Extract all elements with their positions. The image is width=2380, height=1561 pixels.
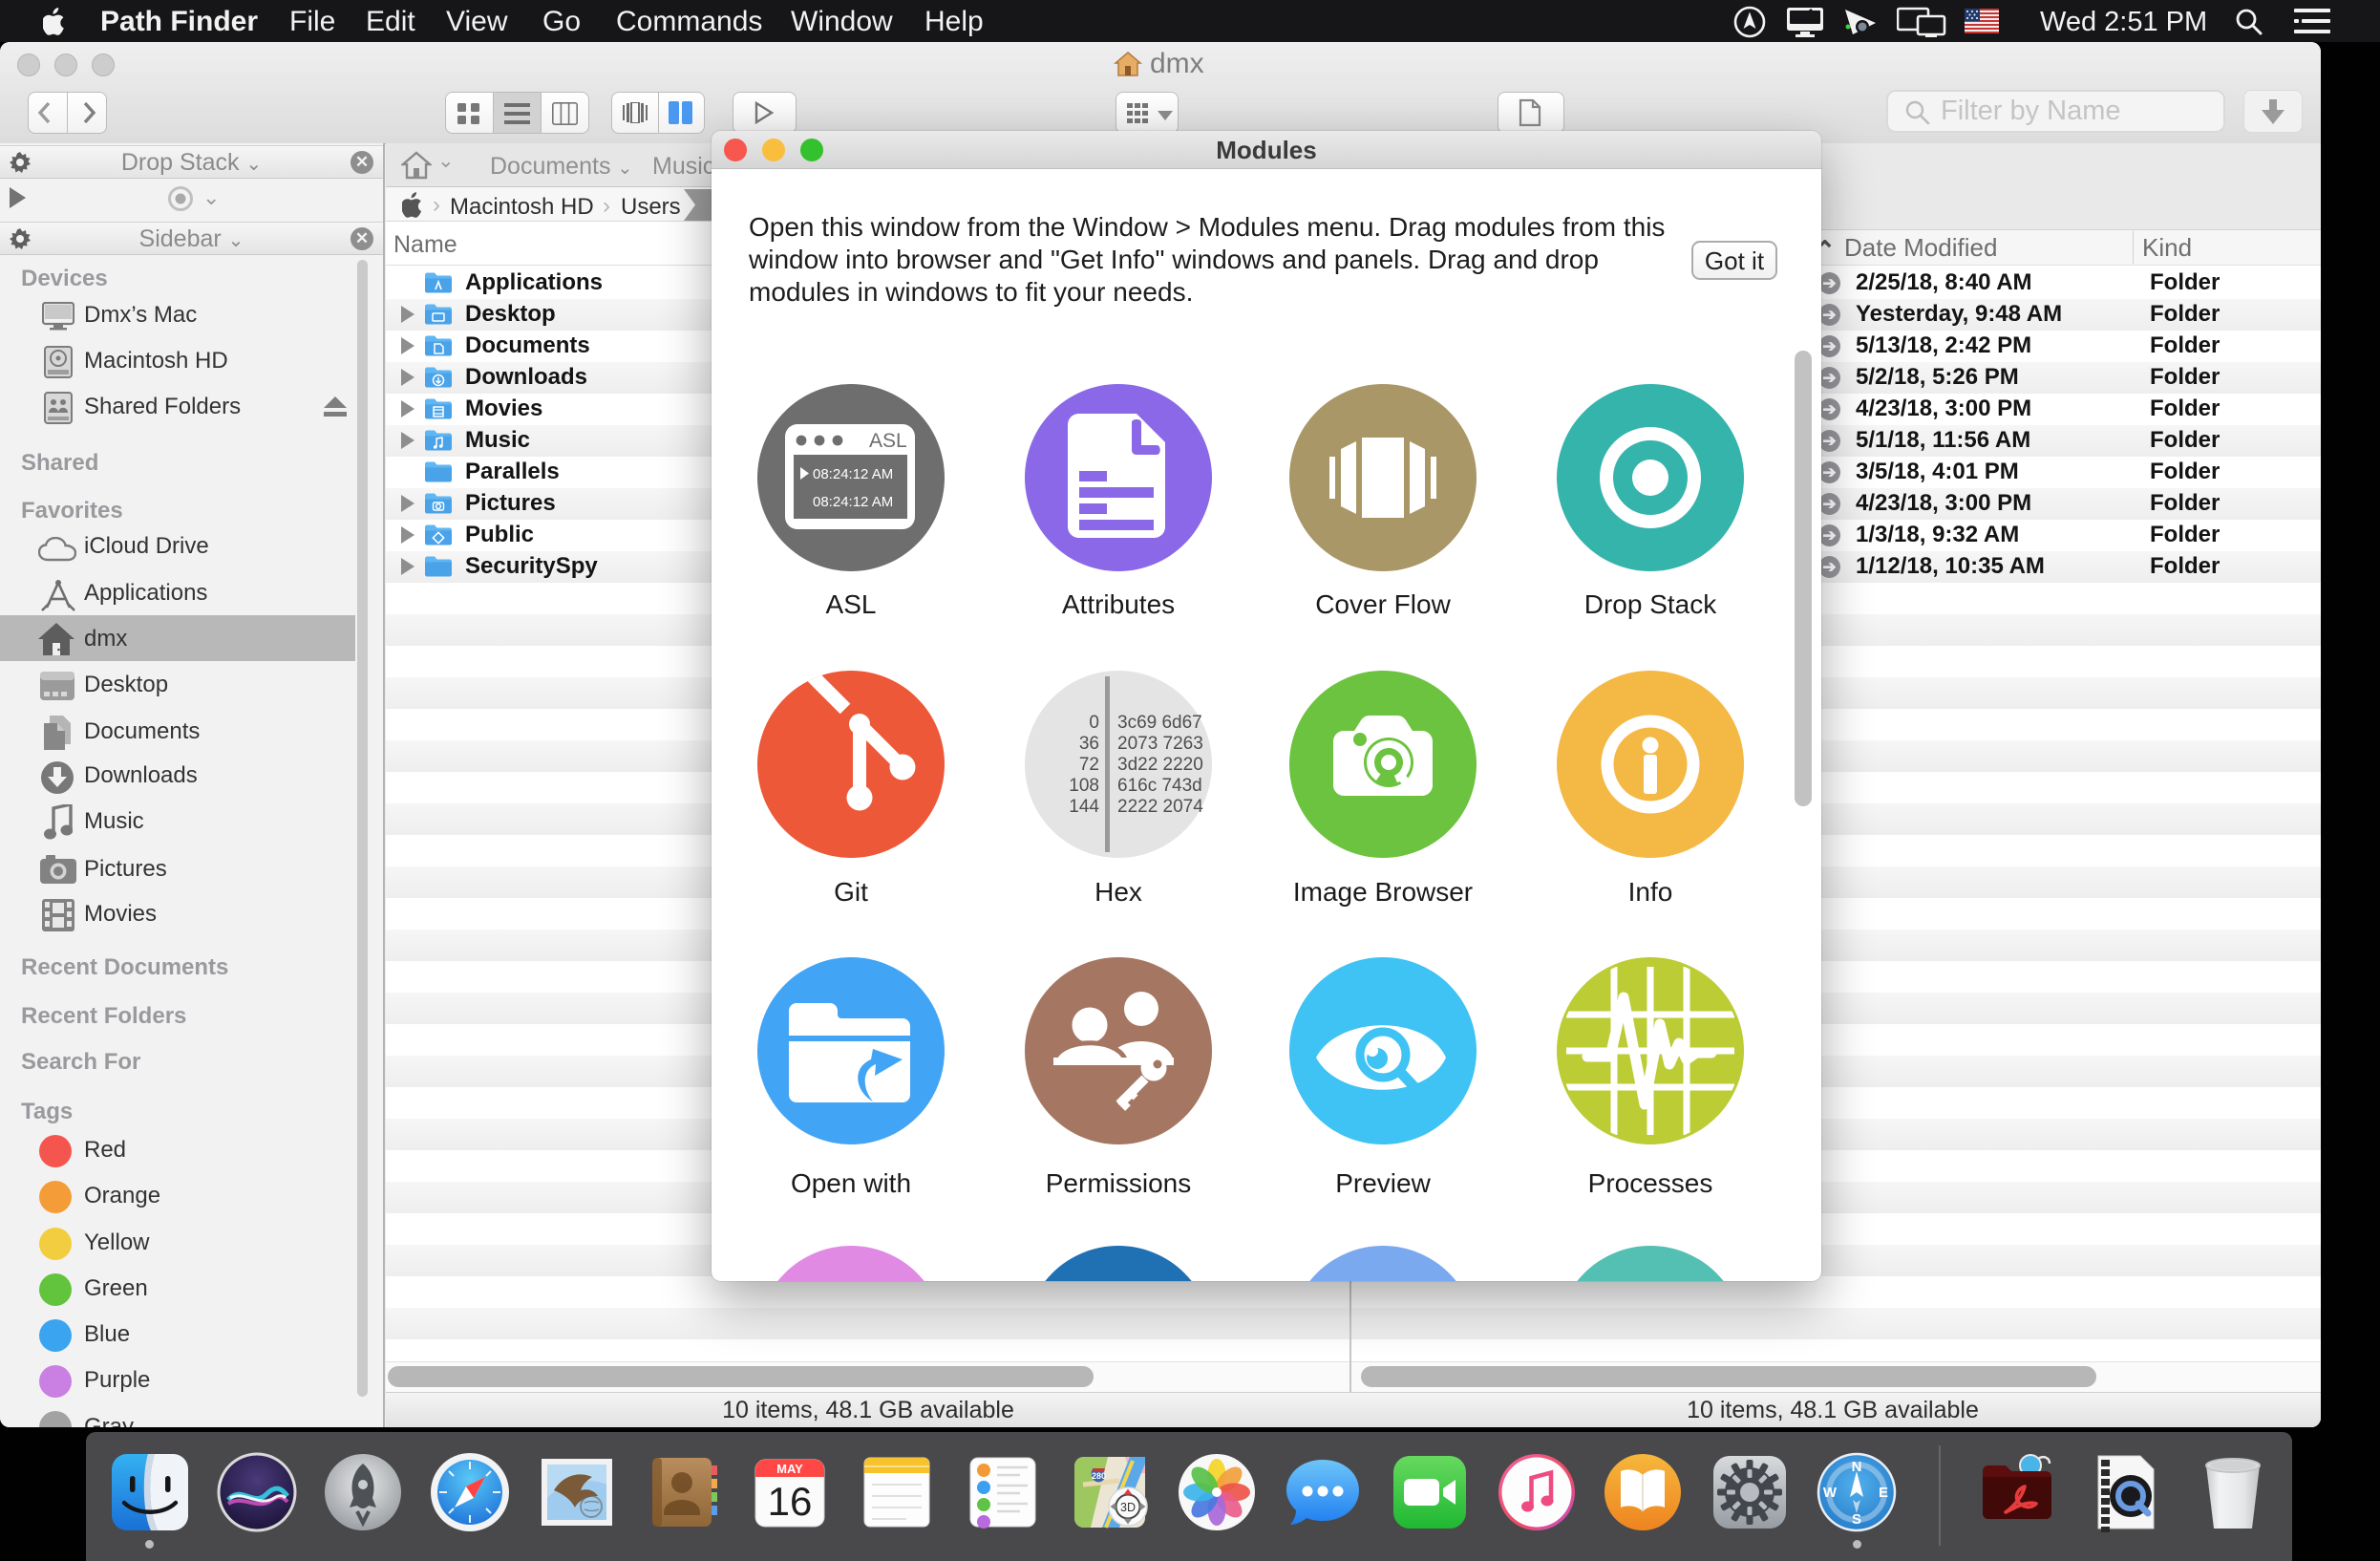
svg-text:E: E (1879, 1485, 1888, 1501)
svg-text:616c 743d: 616c 743d (1117, 776, 1202, 796)
svg-text:2222 2074: 2222 2074 (1117, 797, 1203, 817)
svg-text:0: 0 (1089, 713, 1099, 733)
svg-text:ASL: ASL (869, 430, 907, 452)
svg-text:108: 108 (1069, 776, 1099, 796)
svg-text:S: S (1852, 1511, 1861, 1528)
svg-text:16: 16 (768, 1479, 813, 1524)
svg-text:2073 7263: 2073 7263 (1117, 734, 1203, 754)
svg-text:3c69 6d67: 3c69 6d67 (1117, 713, 1202, 733)
svg-text:MAY: MAY (776, 1462, 803, 1476)
svg-text:280: 280 (1092, 1471, 1106, 1481)
svg-text:3d22 2220: 3d22 2220 (1117, 755, 1203, 775)
svg-text:3D: 3D (1120, 1501, 1136, 1514)
svg-text:08:24:12 AM: 08:24:12 AM (813, 494, 893, 510)
svg-text:72: 72 (1079, 755, 1099, 775)
svg-text:W: W (1823, 1485, 1838, 1501)
svg-text:08:24:12 AM: 08:24:12 AM (813, 466, 893, 482)
svg-text:36: 36 (1079, 734, 1099, 754)
svg-text:144: 144 (1069, 797, 1099, 817)
